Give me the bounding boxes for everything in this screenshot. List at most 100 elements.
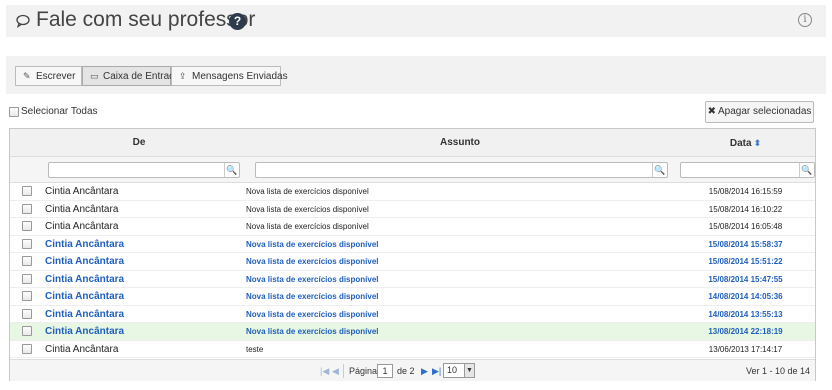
row-subject: Nova lista de exercícios disponível	[246, 222, 369, 231]
checkbox[interactable]	[22, 238, 32, 249]
row-sender: Cintia Ancântara	[45, 308, 125, 320]
checkbox[interactable]	[22, 308, 32, 319]
row-checkbox[interactable]	[22, 183, 36, 200]
column-header-de-label: De	[132, 137, 146, 148]
page-label: Página	[349, 366, 378, 376]
row-date: 14/08/2014 14:05:36	[708, 292, 783, 301]
info-circle-icon[interactable]: i	[798, 13, 812, 27]
column-header-de[interactable]: De	[37, 129, 241, 157]
mailbox-tabs: ✎ Escrever ▭ Caixa de Entrada ⇪ Mensagens E…	[6, 56, 826, 94]
message-list: Cintia Ancântara Nova lista de exercícios…	[10, 183, 815, 358]
sort-icon[interactable]: ⬍	[754, 138, 762, 148]
table-row[interactable]: Cintia Ancântara Nova lista de exercícios…	[10, 288, 815, 306]
select-all-checkbox[interactable]	[9, 106, 19, 117]
table-row[interactable]: Cintia Ancântara Nova lista de exercícios…	[10, 201, 815, 218]
page-size-select[interactable]: 10 ▼	[443, 363, 475, 378]
row-checkbox[interactable]	[22, 253, 36, 270]
table-row[interactable]: Cintia Ancântara Nova lista de exercícios…	[10, 218, 815, 236]
row-subject: Nova lista de exercícios disponível	[246, 239, 379, 249]
table-row[interactable]: Cintia Ancântara Nova lista de exercícios…	[10, 183, 815, 201]
row-subject: Nova lista de exercícios disponível	[246, 257, 379, 266]
row-subject: Nova lista de exercícios disponível	[246, 309, 379, 319]
row-date: 14/08/2014 13:55:13	[708, 309, 783, 319]
page-size-value: 10	[447, 365, 458, 375]
table-row[interactable]: Cintia Ancântara teste 13/06/2013 17:14:17	[10, 341, 815, 358]
checkbox[interactable]	[22, 273, 32, 284]
checkbox[interactable]	[22, 221, 32, 231]
row-checkbox[interactable]	[22, 341, 36, 358]
row-checkbox[interactable]	[22, 218, 36, 235]
table-row[interactable]: Cintia Ancântara Nova lista de exercícios…	[10, 306, 815, 323]
row-date: 15/08/2014 16:05:48	[708, 222, 783, 231]
filter-data-input[interactable]: 🔍	[680, 162, 815, 178]
row-checkbox[interactable]	[22, 306, 36, 323]
row-subject: teste	[246, 344, 264, 354]
page-number-input[interactable]: 1	[377, 364, 393, 378]
checkbox[interactable]	[22, 203, 32, 214]
delete-selected-button[interactable]: ✖ Apagar selecionadas	[705, 101, 814, 123]
first-page-icon[interactable]: |◀	[320, 360, 329, 382]
select-all[interactable]: Selecionar Todas	[9, 106, 98, 117]
row-date: 13/08/2014 22:18:19	[708, 327, 783, 336]
table-row[interactable]: Cintia Ancântara Nova lista de exercícios…	[10, 253, 815, 271]
upload-icon: ⇪	[179, 71, 187, 81]
search-icon: 🔍	[224, 163, 239, 177]
tab-caixa-de-entrada[interactable]: ▭ Caixa de Entrada	[82, 66, 180, 86]
delete-selected-label: Apagar selecionadas	[717, 106, 812, 117]
row-sender: Cintia Ancântara	[45, 186, 119, 197]
row-sender: Cintia Ancântara	[45, 291, 125, 302]
tab-escrever[interactable]: ✎ Escrever	[15, 66, 82, 86]
last-page-icon[interactable]: ▶|	[432, 360, 441, 382]
tab-mensagens-enviadas[interactable]: ⇪ Mensagens Enviadas	[171, 66, 288, 86]
row-date: 13/06/2013 17:14:17	[708, 344, 783, 354]
filter-assunto-input[interactable]: 🔍	[255, 162, 668, 178]
tab-label: Mensagens Enviadas	[192, 71, 288, 82]
row-date: 15/08/2014 16:10:22	[708, 204, 783, 214]
column-header-assunto[interactable]: Assunto	[244, 129, 676, 157]
checkbox[interactable]	[22, 256, 32, 266]
messages-grid: De Assunto Data ⬍ 🔍 🔍 🔍 Cintia Ancântara N…	[9, 128, 816, 381]
filter-row: 🔍 🔍 🔍	[10, 157, 815, 183]
close-icon: ✖	[707, 106, 716, 117]
grid-header: De Assunto Data ⬍	[10, 129, 815, 157]
row-sender: Cintia Ancântara	[45, 256, 125, 267]
row-checkbox[interactable]	[22, 288, 36, 305]
records-info: Ver 1 - 10 de 14	[745, 366, 810, 376]
row-date: 15/08/2014 15:47:55	[708, 274, 783, 284]
checkbox[interactable]	[22, 291, 32, 301]
question-circle-icon[interactable]: ?	[229, 13, 246, 30]
filter-de-input[interactable]: 🔍	[48, 162, 240, 178]
column-header-data[interactable]: Data ⬍	[676, 129, 815, 157]
tab-label: Caixa de Entrada	[103, 71, 181, 82]
row-subject: Nova lista de exercícios disponível	[246, 327, 379, 336]
checkbox[interactable]	[22, 326, 32, 336]
pager: |◀ ◀ Página 1 de 2 ▶ ▶| 10 ▼ Ver 1 - 10 d…	[10, 359, 815, 381]
inbox-icon: ▭	[90, 71, 99, 81]
next-page-icon[interactable]: ▶	[421, 360, 428, 382]
row-date: 15/08/2014 15:51:22	[708, 257, 783, 266]
row-subject: Nova lista de exercícios disponível	[246, 292, 379, 301]
row-sender: Cintia Ancântara	[45, 273, 125, 285]
pencil-icon: ✎	[23, 71, 31, 81]
pager-divider	[343, 364, 344, 378]
chevron-down-icon: ▼	[464, 364, 474, 377]
prev-page-icon[interactable]: ◀	[332, 360, 339, 382]
checkbox[interactable]	[22, 186, 32, 196]
search-icon: 🔍	[652, 163, 667, 177]
search-icon: 🔍	[799, 163, 814, 177]
select-all-label: Selecionar Todas	[21, 106, 98, 117]
table-row[interactable]: Cintia Ancântara Nova lista de exercícios…	[10, 236, 815, 253]
row-checkbox[interactable]	[22, 323, 36, 340]
row-subject: Nova lista de exercícios disponível	[246, 187, 369, 196]
row-sender: Cintia Ancântara	[45, 343, 119, 355]
table-row[interactable]: Cintia Ancântara Nova lista de exercícios…	[10, 323, 815, 341]
row-checkbox[interactable]	[22, 271, 36, 288]
checkbox[interactable]	[22, 343, 32, 354]
chat-bubble-icon	[16, 14, 30, 28]
row-checkbox[interactable]	[22, 201, 36, 218]
table-row[interactable]: Cintia Ancântara Nova lista de exercícios…	[10, 271, 815, 288]
row-checkbox[interactable]	[22, 236, 36, 253]
row-subject: Nova lista de exercícios disponível	[246, 274, 379, 284]
row-sender: Cintia Ancântara	[45, 326, 125, 337]
row-sender: Cintia Ancântara	[45, 221, 119, 232]
